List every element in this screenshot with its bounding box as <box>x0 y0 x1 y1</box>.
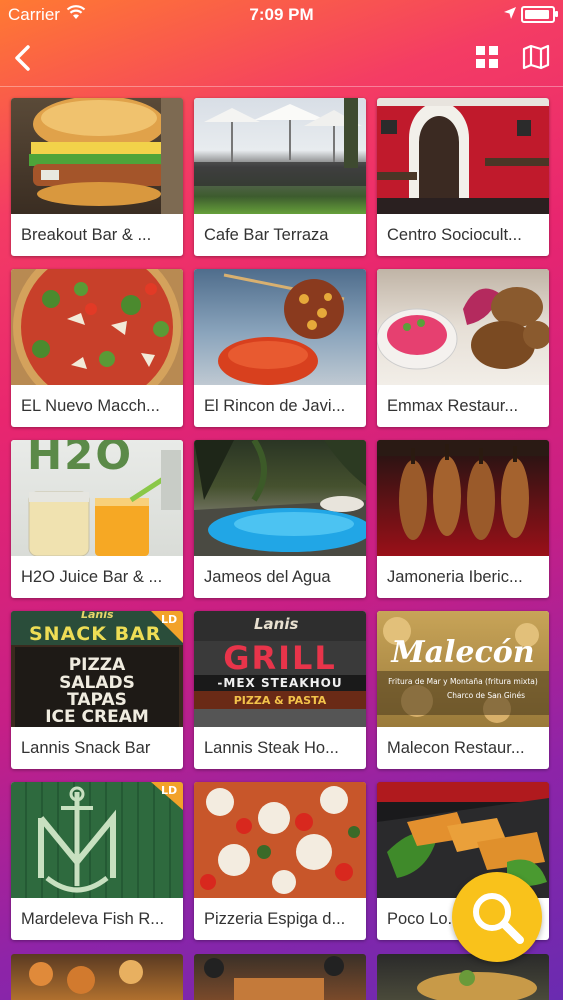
steak-sign-title: GRILL <box>223 639 337 677</box>
restaurant-name: Lannis Steak Ho... <box>204 739 339 757</box>
chevron-left-icon[interactable] <box>6 38 42 78</box>
search-icon <box>473 893 524 944</box>
steak-sign-line: PIZZA & PASTA <box>233 694 327 707</box>
snack-sign-line: PIZZA <box>68 655 126 675</box>
malecon-subtitle-text: Fritura de Mar y Montaña (fritura mixta) <box>388 677 538 686</box>
anchor-sign-photo: LD <box>11 782 183 898</box>
navigation-bar <box>0 30 563 87</box>
restaurant-name: Centro Sociocult... <box>387 226 522 244</box>
snack-brand-text: Lanis <box>81 611 114 621</box>
restaurant-card[interactable]: Emmax Restaur... <box>377 269 549 427</box>
restaurant-name: Mardeleva Fish R... <box>21 910 165 928</box>
sold-badge-text: LD <box>161 613 178 626</box>
restaurant-name: Pizzeria Espiga d... <box>204 910 346 928</box>
pizza-closeup-photo <box>194 782 366 898</box>
restaurant-name: Malecon Restaur... <box>387 739 525 757</box>
malecon-title-text: Malecón <box>391 635 535 670</box>
restaurant-card[interactable]: Jamoneria Iberic... <box>377 440 549 598</box>
restaurant-card[interactable]: EL Nuevo Macch... <box>11 269 183 427</box>
restaurant-card[interactable]: Lanis GRILL -MEX STEAKHOU PIZZA & PASTA … <box>194 611 366 769</box>
restaurant-card[interactable]: Lanis SNACK BAR LD PIZZA SALADS TAPAS IC… <box>11 611 183 769</box>
steak-sign-line: -MEX STEAKHOU <box>217 676 343 690</box>
restaurant-name: H2O Juice Bar & ... <box>21 568 163 586</box>
snack-sign-title: SNACK BAR <box>29 623 162 645</box>
plated-dish-photo <box>377 269 549 385</box>
restaurant-card[interactable]: Centro Sociocult... <box>377 98 549 256</box>
malecon-location-text: Charco de San Ginés <box>447 691 526 700</box>
restaurant-name: Jamoneria Iberic... <box>387 568 523 586</box>
partial-card-row <box>11 954 555 1000</box>
restaurant-name: Breakout Bar & ... <box>21 226 152 244</box>
tapas-photo <box>194 269 366 385</box>
restaurant-name: EL Nuevo Macch... <box>21 397 160 415</box>
snack-sign-line: ICE CREAM <box>45 707 149 727</box>
restaurant-name: Cafe Bar Terraza <box>204 226 329 244</box>
restaurant-card[interactable]: LD Mardeleva Fish R... <box>11 782 183 940</box>
search-button[interactable] <box>452 872 542 962</box>
fried-fish-photo: Malecón Fritura de Mar y Montaña (fritur… <box>377 611 549 727</box>
restaurant-card[interactable]: H2O H2O Juice Bar & ... <box>11 440 183 598</box>
grid-view-icon[interactable] <box>475 45 499 69</box>
ham-photo <box>377 440 549 556</box>
steak-brand-text: Lanis <box>254 615 299 633</box>
restaurant-name: Lannis Snack Bar <box>21 739 151 757</box>
pizza-photo <box>11 269 183 385</box>
sold-badge-text: LD <box>161 784 178 797</box>
burger-photo <box>11 98 183 214</box>
restaurant-card[interactable]: El Rincon de Javi... <box>194 269 366 427</box>
pool-photo <box>194 440 366 556</box>
dining-room-photo <box>377 98 549 214</box>
restaurant-card-partial[interactable] <box>11 954 183 1000</box>
restaurant-card-partial[interactable] <box>377 954 549 1000</box>
restaurant-name: Emmax Restaur... <box>387 397 519 415</box>
battery-icon <box>521 6 558 23</box>
steakhouse-sign-photo: Lanis GRILL -MEX STEAKHOU PIZZA & PASTA <box>194 611 366 727</box>
map-icon[interactable] <box>522 44 550 70</box>
restaurant-card-partial[interactable] <box>194 954 366 1000</box>
location-arrow-icon <box>504 7 516 19</box>
restaurant-card[interactable]: Breakout Bar & ... <box>11 98 183 256</box>
restaurant-card[interactable]: Pizzeria Espiga d... <box>194 782 366 940</box>
restaurant-card[interactable]: Jameos del Agua <box>194 440 366 598</box>
terrace-photo <box>194 98 366 214</box>
juice-photo: H2O <box>11 440 183 556</box>
status-time: 7:09 PM <box>249 5 314 24</box>
restaurant-name: Jameos del Agua <box>204 568 331 586</box>
restaurant-card[interactable]: Malecón Fritura de Mar y Montaña (fritur… <box>377 611 549 769</box>
snack-bar-sign-photo: Lanis SNACK BAR LD PIZZA SALADS TAPAS IC… <box>11 611 183 727</box>
restaurant-grid: Breakout Bar & ... Cafe Bar Terraza Cent… <box>11 98 555 940</box>
restaurant-name: El Rincon de Javi... <box>204 397 346 415</box>
restaurant-card[interactable]: Cafe Bar Terraza <box>194 98 366 256</box>
status-bar: Carrier 7:09 PM <box>0 0 563 30</box>
